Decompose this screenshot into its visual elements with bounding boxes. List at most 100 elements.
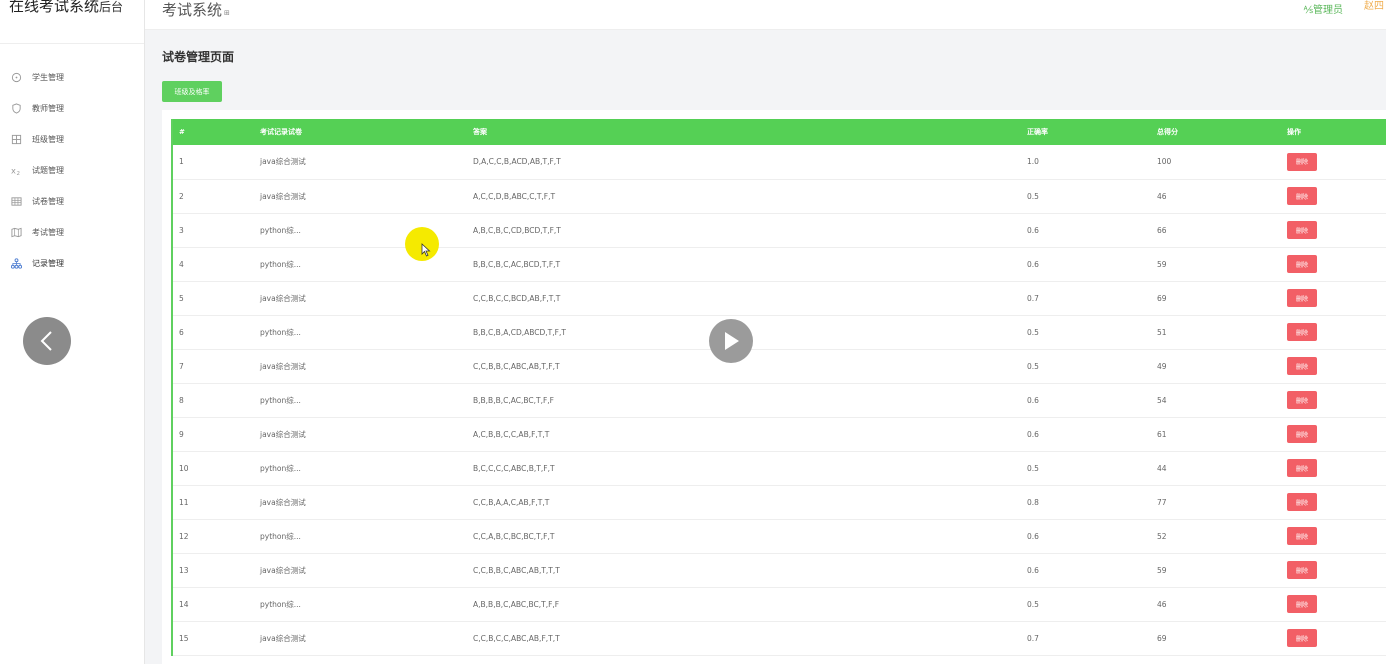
- accuracy-rate: 0.5: [1021, 179, 1151, 214]
- brand-title: 在线考试系统: [9, 0, 100, 15]
- sidebar-item-label: 考试管理: [32, 228, 64, 237]
- delete-button[interactable]: 删除: [1287, 459, 1317, 477]
- table-row: 1 java综合测试 D,A,C,C,B,ACD,AB,T,F,T 1.0 100 删除: [173, 145, 1386, 180]
- sidebar-item-label: 教师管理: [32, 104, 64, 113]
- row-index: 1: [173, 145, 254, 180]
- actions-cell: 删除: [1281, 587, 1386, 622]
- answer-string: D,A,C,C,B,ACD,AB,T,F,T: [467, 145, 1021, 180]
- accuracy-rate: 0.7: [1021, 621, 1151, 656]
- total-score: 100: [1151, 145, 1281, 180]
- row-index: 14: [173, 587, 254, 622]
- accuracy-rate: 0.7: [1021, 281, 1151, 316]
- sidebar-item-records[interactable]: 记录管理: [0, 248, 144, 279]
- sidebar-item-exams[interactable]: 考试管理: [0, 217, 144, 248]
- total-score: 54: [1151, 383, 1281, 418]
- total-score: 59: [1151, 247, 1281, 282]
- sidebar-item-label: 试题管理: [32, 166, 64, 175]
- records-table-wrap: # 考试记录试卷 答案 正确率 总得分 操作 1 java综合测试 D,A,C,C,…: [171, 119, 1386, 656]
- delete-button[interactable]: 删除: [1287, 357, 1317, 375]
- table-row: 14 python综... A,B,B,B,C,ABC,BC,T,F,F 0.5 46 删…: [173, 587, 1386, 622]
- table-row: 10 python综... B,C,C,C,C,ABC,B,T,F,T 0.5 44 删除: [173, 451, 1386, 486]
- sidebar-menu: 学生管理 教师管理 班级管理 x2 试题管理 试卷管理 考试管理 记录管理: [0, 62, 144, 279]
- column-header: 正确率: [1021, 119, 1151, 145]
- table-row: 12 python综... C,C,A,B,C,BC,BC,T,F,T 0.6 52 删除: [173, 519, 1386, 554]
- table-header-row: # 考试记录试卷 答案 正确率 总得分 操作: [173, 119, 1386, 145]
- delete-button[interactable]: 删除: [1287, 425, 1317, 443]
- answer-string: C,C,B,C,C,ABC,AB,F,T,T: [467, 621, 1021, 656]
- answer-string: A,C,C,D,B,ABC,C,T,F,T: [467, 179, 1021, 214]
- sidebar-item-classes[interactable]: 班级管理: [0, 124, 144, 155]
- answer-string: B,B,C,B,C,AC,BCD,T,F,T: [467, 247, 1021, 282]
- answer-string: A,C,B,B,C,C,AB,F,T,T: [467, 417, 1021, 452]
- sidebar-item-students[interactable]: 学生管理: [0, 62, 144, 93]
- delete-button[interactable]: 删除: [1287, 629, 1317, 647]
- header-title: 考试系统 ⊞: [162, 0, 230, 20]
- total-score: 77: [1151, 485, 1281, 520]
- delete-button[interactable]: 删除: [1287, 391, 1317, 409]
- header-title-text: 考试系统: [162, 1, 223, 19]
- answer-string: C,C,A,B,C,BC,BC,T,F,T: [467, 519, 1021, 554]
- row-index: 10: [173, 451, 254, 486]
- accuracy-rate: 1.0: [1021, 145, 1151, 180]
- sidebar-item-questions[interactable]: x2 试题管理: [0, 155, 144, 186]
- page-title: 试卷管理页面: [162, 50, 235, 64]
- delete-button[interactable]: 删除: [1287, 289, 1317, 307]
- sidebar-item-teachers[interactable]: 教师管理: [0, 93, 144, 124]
- column-header: 总得分: [1151, 119, 1281, 145]
- total-score: 61: [1151, 417, 1281, 452]
- person-icon: ⅍: [1303, 5, 1313, 16]
- exam-paper-name: java综合测试: [254, 485, 467, 520]
- column-header: 答案: [467, 119, 1021, 145]
- column-header: 考试记录试卷: [254, 119, 467, 145]
- play-icon: [725, 332, 739, 350]
- row-index: 13: [173, 553, 254, 588]
- mouse-pointer-icon: [421, 243, 431, 257]
- delete-button[interactable]: 删除: [1287, 493, 1317, 511]
- user-name[interactable]: 赵四: [1364, 0, 1386, 12]
- play-button[interactable]: [709, 319, 753, 363]
- brand: 在线考试系统 后台: [0, 0, 144, 44]
- delete-button[interactable]: 删除: [1287, 152, 1317, 171]
- accuracy-rate: 0.6: [1021, 213, 1151, 248]
- delete-button[interactable]: 删除: [1287, 527, 1317, 545]
- delete-button[interactable]: 删除: [1287, 187, 1317, 205]
- map-icon: [10, 226, 23, 239]
- delete-button[interactable]: 删除: [1287, 221, 1317, 239]
- answer-string: B,B,B,B,C,AC,BC,T,F,F: [467, 383, 1021, 418]
- delete-button[interactable]: 删除: [1287, 561, 1317, 579]
- grid-icon: ⊞: [224, 9, 230, 17]
- row-index: 9: [173, 417, 254, 452]
- records-table: # 考试记录试卷 答案 正确率 总得分 操作 1 java综合测试 D,A,C,C,…: [173, 119, 1386, 656]
- column-header: #: [173, 119, 254, 145]
- actions-cell: 删除: [1281, 247, 1386, 282]
- actions-cell: 删除: [1281, 417, 1386, 452]
- table-row: 15 java综合测试 C,C,B,C,C,ABC,AB,F,T,T 0.7 69 删除: [173, 621, 1386, 656]
- row-index: 12: [173, 519, 254, 554]
- answer-string: C,C,B,B,C,ABC,AB,T,T,T: [467, 553, 1021, 588]
- total-score: 59: [1151, 553, 1281, 588]
- chevron-left-icon: [40, 331, 52, 351]
- table-row: 2 java综合测试 A,C,C,D,B,ABC,C,T,F,T 0.5 46 删除: [173, 179, 1386, 214]
- accuracy-rate: 0.6: [1021, 519, 1151, 554]
- row-index: 7: [173, 349, 254, 384]
- svg-text:x: x: [11, 165, 16, 175]
- exam-paper-name: python综...: [254, 383, 467, 418]
- sidebar-item-label: 学生管理: [32, 73, 64, 82]
- actions-cell: 删除: [1281, 519, 1386, 554]
- accuracy-rate: 0.6: [1021, 383, 1151, 418]
- class-pass-rate-button[interactable]: 班级及格率: [162, 81, 222, 102]
- actions-cell: 删除: [1281, 281, 1386, 316]
- back-button[interactable]: [23, 317, 71, 365]
- accuracy-rate: 0.6: [1021, 417, 1151, 452]
- admin-link[interactable]: ⅍管理员: [1304, 1, 1343, 16]
- table-icon: [10, 195, 23, 208]
- exam-paper-name: java综合测试: [254, 145, 467, 180]
- delete-button[interactable]: 删除: [1287, 323, 1317, 341]
- table-row: 5 java综合测试 C,C,B,C,C,BCD,AB,F,T,T 0.7 69 删除: [173, 281, 1386, 316]
- delete-button[interactable]: 删除: [1287, 255, 1317, 273]
- sidebar-item-label: 记录管理: [32, 259, 64, 268]
- sidebar-item-papers[interactable]: 试卷管理: [0, 186, 144, 217]
- sitemap-icon: [10, 257, 23, 270]
- table-row: 6 python综... B,B,C,B,A,CD,ABCD,T,F,T 0.5 51 删…: [173, 315, 1386, 350]
- delete-button[interactable]: 删除: [1287, 595, 1317, 613]
